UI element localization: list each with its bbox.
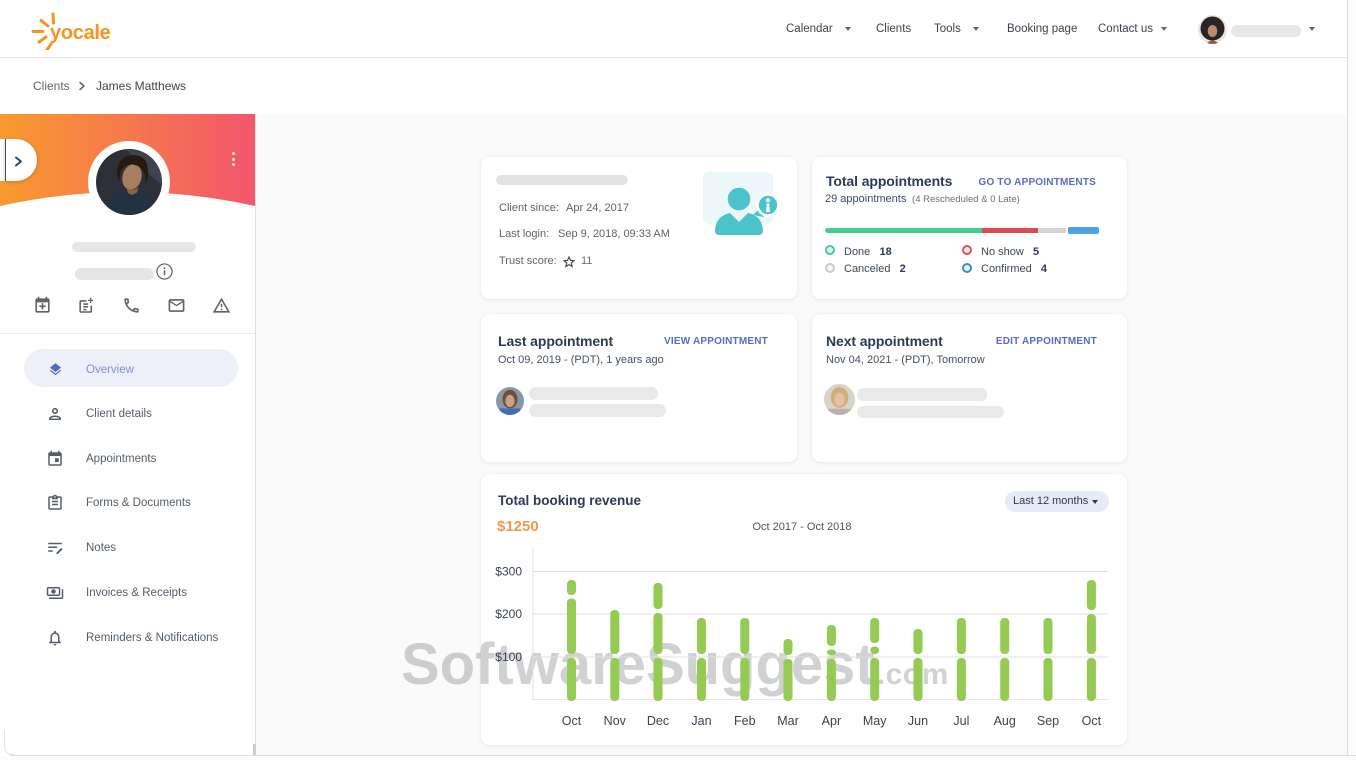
svg-text:Apr: Apr [822, 714, 841, 728]
svg-text:Feb: Feb [734, 714, 756, 728]
svg-text:Jan: Jan [691, 714, 711, 728]
svg-text:Mar: Mar [777, 714, 799, 728]
svg-text:$300: $300 [495, 565, 522, 579]
svg-text:$200: $200 [495, 607, 522, 621]
svg-text:Jun: Jun [908, 714, 928, 728]
svg-text:Nov: Nov [604, 714, 627, 728]
svg-text:yocale: yocale [50, 22, 111, 44]
svg-text:May: May [863, 714, 887, 728]
svg-text:Jul: Jul [953, 714, 969, 728]
svg-text:Aug: Aug [994, 714, 1016, 728]
svg-text:$100: $100 [495, 650, 522, 664]
svg-text:Oct: Oct [1082, 714, 1102, 728]
svg-text:Oct: Oct [562, 714, 582, 728]
svg-text:Dec: Dec [647, 714, 669, 728]
svg-text:Sep: Sep [1037, 714, 1059, 728]
